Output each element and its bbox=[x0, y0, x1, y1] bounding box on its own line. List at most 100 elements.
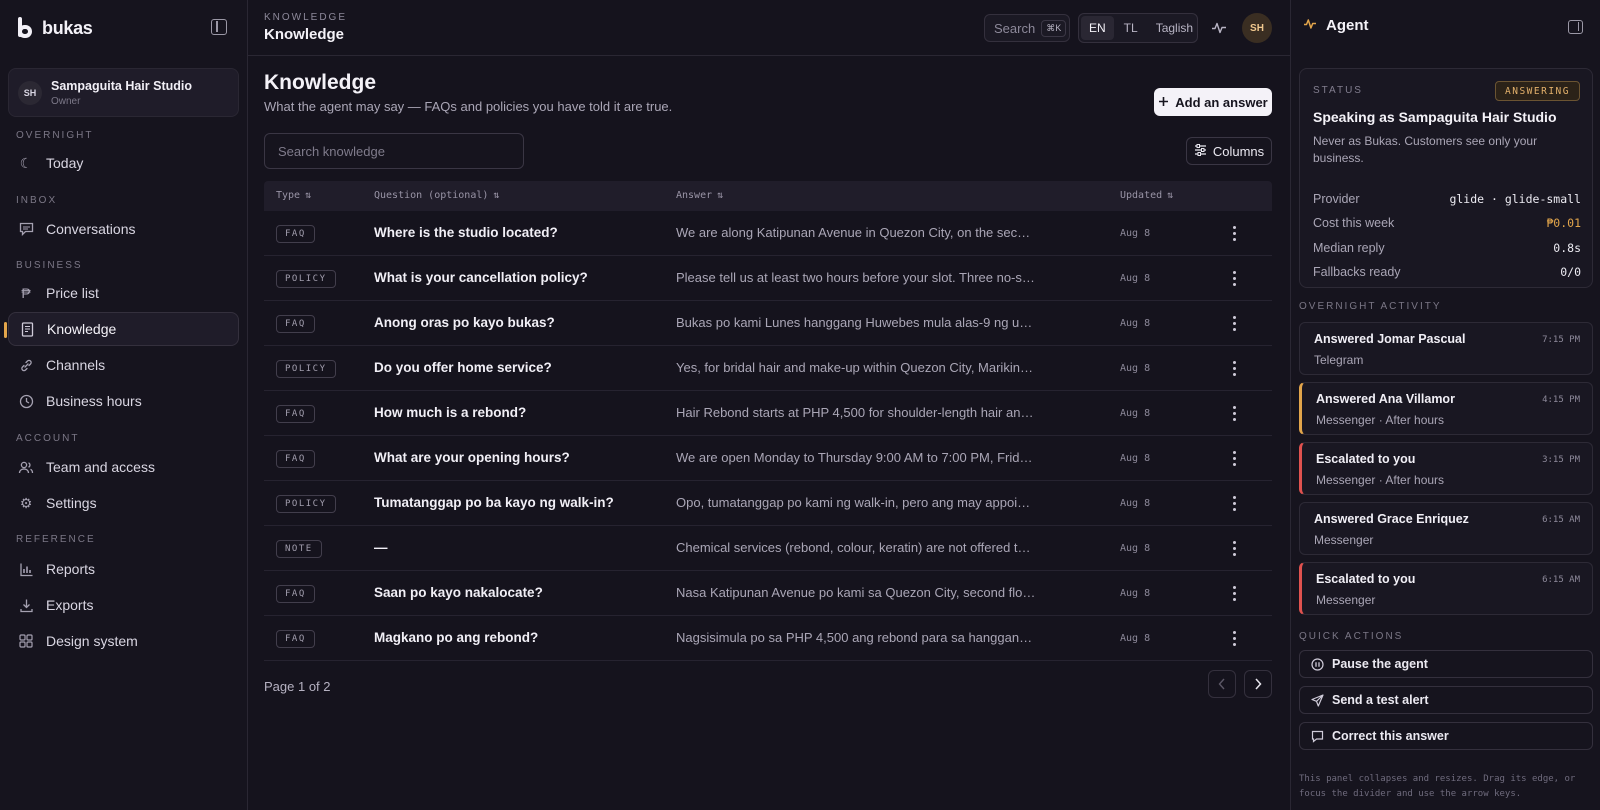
plus-icon bbox=[1158, 95, 1169, 110]
nav-section-business: BUSINESS bbox=[16, 260, 83, 271]
activity-item[interactable]: Escalated to you 6:15 AM Messenger bbox=[1299, 562, 1593, 615]
sidebar-item-knowledge[interactable]: Knowledge bbox=[4, 312, 239, 346]
sliders-icon bbox=[1194, 143, 1207, 159]
activity-channel: Messenger · After hours bbox=[1316, 413, 1445, 427]
overnight-activity-label: OVERNIGHT ACTIVITY bbox=[1299, 301, 1442, 312]
answer-cell: We are along Katipunan Avenue in Quezon … bbox=[676, 225, 1036, 240]
sidebar-item-label: Team and access bbox=[46, 459, 155, 475]
updated-cell: Aug 8 bbox=[1120, 363, 1151, 374]
question-cell: What is your cancellation policy? bbox=[374, 270, 588, 285]
table-row[interactable]: FAQ What are your opening hours? We are op… bbox=[264, 436, 1272, 481]
table-row[interactable]: POLICY Do you offer home service? Yes, for… bbox=[264, 346, 1272, 391]
type-badge: FAQ bbox=[276, 450, 315, 468]
sidebar-item-label: Reports bbox=[46, 561, 96, 577]
updated-cell: Aug 8 bbox=[1120, 543, 1151, 554]
updated-cell: Aug 8 bbox=[1120, 273, 1151, 284]
more-options-icon[interactable] bbox=[1226, 449, 1242, 467]
type-badge: FAQ bbox=[276, 405, 315, 423]
sidebar-item-price-list[interactable]: ₱ Price list bbox=[8, 276, 239, 310]
table-header: Type ⇅ Question (optional) ⇅ Answer ⇅ Updat… bbox=[264, 181, 1272, 211]
column-header-type[interactable]: Type ⇅ bbox=[276, 190, 311, 201]
table-row[interactable]: FAQ Saan po kayo nakalocate? Nasa Katipuna… bbox=[264, 571, 1272, 616]
language-en[interactable]: EN bbox=[1081, 16, 1114, 40]
activity-pulse-icon[interactable] bbox=[1211, 20, 1227, 36]
workspace-name: Sampaguita Hair Studio bbox=[51, 78, 192, 93]
table-row[interactable]: FAQ Magkano po ang rebond? Nagsisimula po … bbox=[264, 616, 1272, 661]
columns-button[interactable]: Columns bbox=[1186, 137, 1272, 165]
more-options-icon[interactable] bbox=[1226, 404, 1242, 422]
more-options-icon[interactable] bbox=[1226, 224, 1242, 242]
table-row[interactable]: FAQ Anong oras po kayo bukas? Bukas po kam… bbox=[264, 301, 1272, 346]
pause-agent-button[interactable]: Pause the agent bbox=[1299, 650, 1593, 678]
stat-cost: Cost this week ₱0.01 bbox=[1313, 216, 1581, 230]
sidebar-item-conversations[interactable]: Conversations bbox=[8, 212, 239, 246]
sort-icon: ⇅ bbox=[493, 190, 500, 201]
more-options-icon[interactable] bbox=[1226, 584, 1242, 602]
column-header-updated[interactable]: Updated ⇅ bbox=[1120, 190, 1173, 201]
identity-note: Never as Bukas. Customers see only your … bbox=[1313, 134, 1538, 165]
activity-time: 3:15 PM bbox=[1542, 455, 1580, 465]
table-row[interactable]: FAQ How much is a rebond? Hair Rebond star… bbox=[264, 391, 1272, 436]
collapse-sidebar-icon[interactable] bbox=[211, 19, 227, 35]
activity-title: Escalated to you bbox=[1316, 452, 1416, 466]
answer-cell: Opo, tumatanggap po kami ng walk-in, per… bbox=[676, 495, 1036, 510]
sort-icon: ⇅ bbox=[717, 190, 724, 201]
activity-item[interactable]: Answered Grace Enriquez 6:15 AM Messenger bbox=[1299, 502, 1593, 555]
nav-section-inbox: INBOX bbox=[16, 195, 58, 206]
column-header-answer[interactable]: Answer ⇅ bbox=[676, 190, 723, 201]
answer-cell: Bukas po kami Lunes hanggang Huwebes mul… bbox=[676, 315, 1036, 330]
question-cell: How much is a rebond? bbox=[374, 405, 527, 420]
status-badge: ANSWERING bbox=[1495, 81, 1580, 101]
table-row[interactable]: POLICY Tumatanggap po ba kayo ng walk-in?… bbox=[264, 481, 1272, 526]
more-options-icon[interactable] bbox=[1226, 629, 1242, 647]
stat-provider: Provider glide · glide-small bbox=[1313, 192, 1581, 206]
language-taglish[interactable]: Taglish bbox=[1148, 16, 1201, 40]
activity-item[interactable]: Answered Ana Villamor 4:15 PM Messenger · … bbox=[1299, 382, 1593, 435]
type-badge: POLICY bbox=[276, 360, 336, 378]
activity-time: 6:15 AM bbox=[1542, 575, 1580, 585]
answer-cell: Nagsisimula po sa PHP 4,500 ang rebond p… bbox=[676, 630, 1036, 645]
table-row[interactable]: NOTE — Chemical services (rebond, colour, … bbox=[264, 526, 1272, 571]
type-badge: POLICY bbox=[276, 495, 336, 513]
question-cell: Anong oras po kayo bukas? bbox=[374, 315, 555, 330]
table-row[interactable]: POLICY What is your cancellation policy? P… bbox=[264, 256, 1272, 301]
sidebar-item-reports[interactable]: Reports bbox=[8, 552, 239, 586]
sidebar-item-business-hours[interactable]: Business hours bbox=[8, 384, 239, 418]
more-options-icon[interactable] bbox=[1226, 269, 1242, 287]
more-options-icon[interactable] bbox=[1226, 359, 1242, 377]
sidebar-item-design-system[interactable]: Design system bbox=[8, 624, 239, 658]
pulse-icon bbox=[1303, 17, 1317, 34]
correct-answer-button[interactable]: Correct this answer bbox=[1299, 722, 1593, 750]
workspace-switcher[interactable]: SH Sampaguita Hair Studio Owner bbox=[8, 68, 239, 117]
sidebar-item-channels[interactable]: Channels bbox=[8, 348, 239, 382]
more-options-icon[interactable] bbox=[1226, 314, 1242, 332]
agent-panel: Agent STATUS ANSWERING Speaking as Sampa… bbox=[1290, 0, 1600, 810]
more-options-icon[interactable] bbox=[1226, 494, 1242, 512]
add-answer-button[interactable]: Add an answer bbox=[1154, 88, 1272, 116]
sidebar-item-exports[interactable]: Exports bbox=[8, 588, 239, 622]
table-row[interactable]: FAQ Where is the studio located? We are al… bbox=[264, 211, 1272, 256]
sidebar-item-settings[interactable]: ⚙ Settings bbox=[8, 486, 239, 520]
stat-value: 0.8s bbox=[1553, 241, 1581, 255]
language-tl[interactable]: TL bbox=[1116, 16, 1146, 40]
sidebar-item-team-and-access[interactable]: Team and access bbox=[8, 450, 239, 484]
peso-icon: ₱ bbox=[21, 285, 31, 301]
agent-status-card: STATUS ANSWERING Speaking as Sampaguita … bbox=[1299, 68, 1593, 288]
brand[interactable]: bukas bbox=[16, 16, 93, 40]
activity-time: 6:15 AM bbox=[1542, 515, 1580, 525]
quick-action-label: Pause the agent bbox=[1332, 657, 1428, 671]
search-knowledge-input[interactable] bbox=[264, 133, 524, 169]
user-avatar[interactable]: SH bbox=[1242, 13, 1272, 43]
send-test-alert-button[interactable]: Send a test alert bbox=[1299, 686, 1593, 714]
next-page-button[interactable] bbox=[1244, 670, 1272, 698]
activity-title: Answered Jomar Pascual bbox=[1314, 332, 1466, 346]
column-header-question[interactable]: Question (optional) ⇅ bbox=[374, 190, 499, 201]
panel-dock-icon[interactable] bbox=[1568, 20, 1583, 34]
global-search-button[interactable]: Search ⌘K bbox=[984, 14, 1070, 42]
updated-cell: Aug 8 bbox=[1120, 228, 1151, 239]
activity-item[interactable]: Answered Jomar Pascual 7:15 PM Telegram bbox=[1299, 322, 1593, 375]
more-options-icon[interactable] bbox=[1226, 539, 1242, 557]
previous-page-button[interactable] bbox=[1208, 670, 1236, 698]
activity-item[interactable]: Escalated to you 3:15 PM Messenger · After… bbox=[1299, 442, 1593, 495]
sidebar-item-today[interactable]: ☾ Today bbox=[8, 146, 239, 180]
